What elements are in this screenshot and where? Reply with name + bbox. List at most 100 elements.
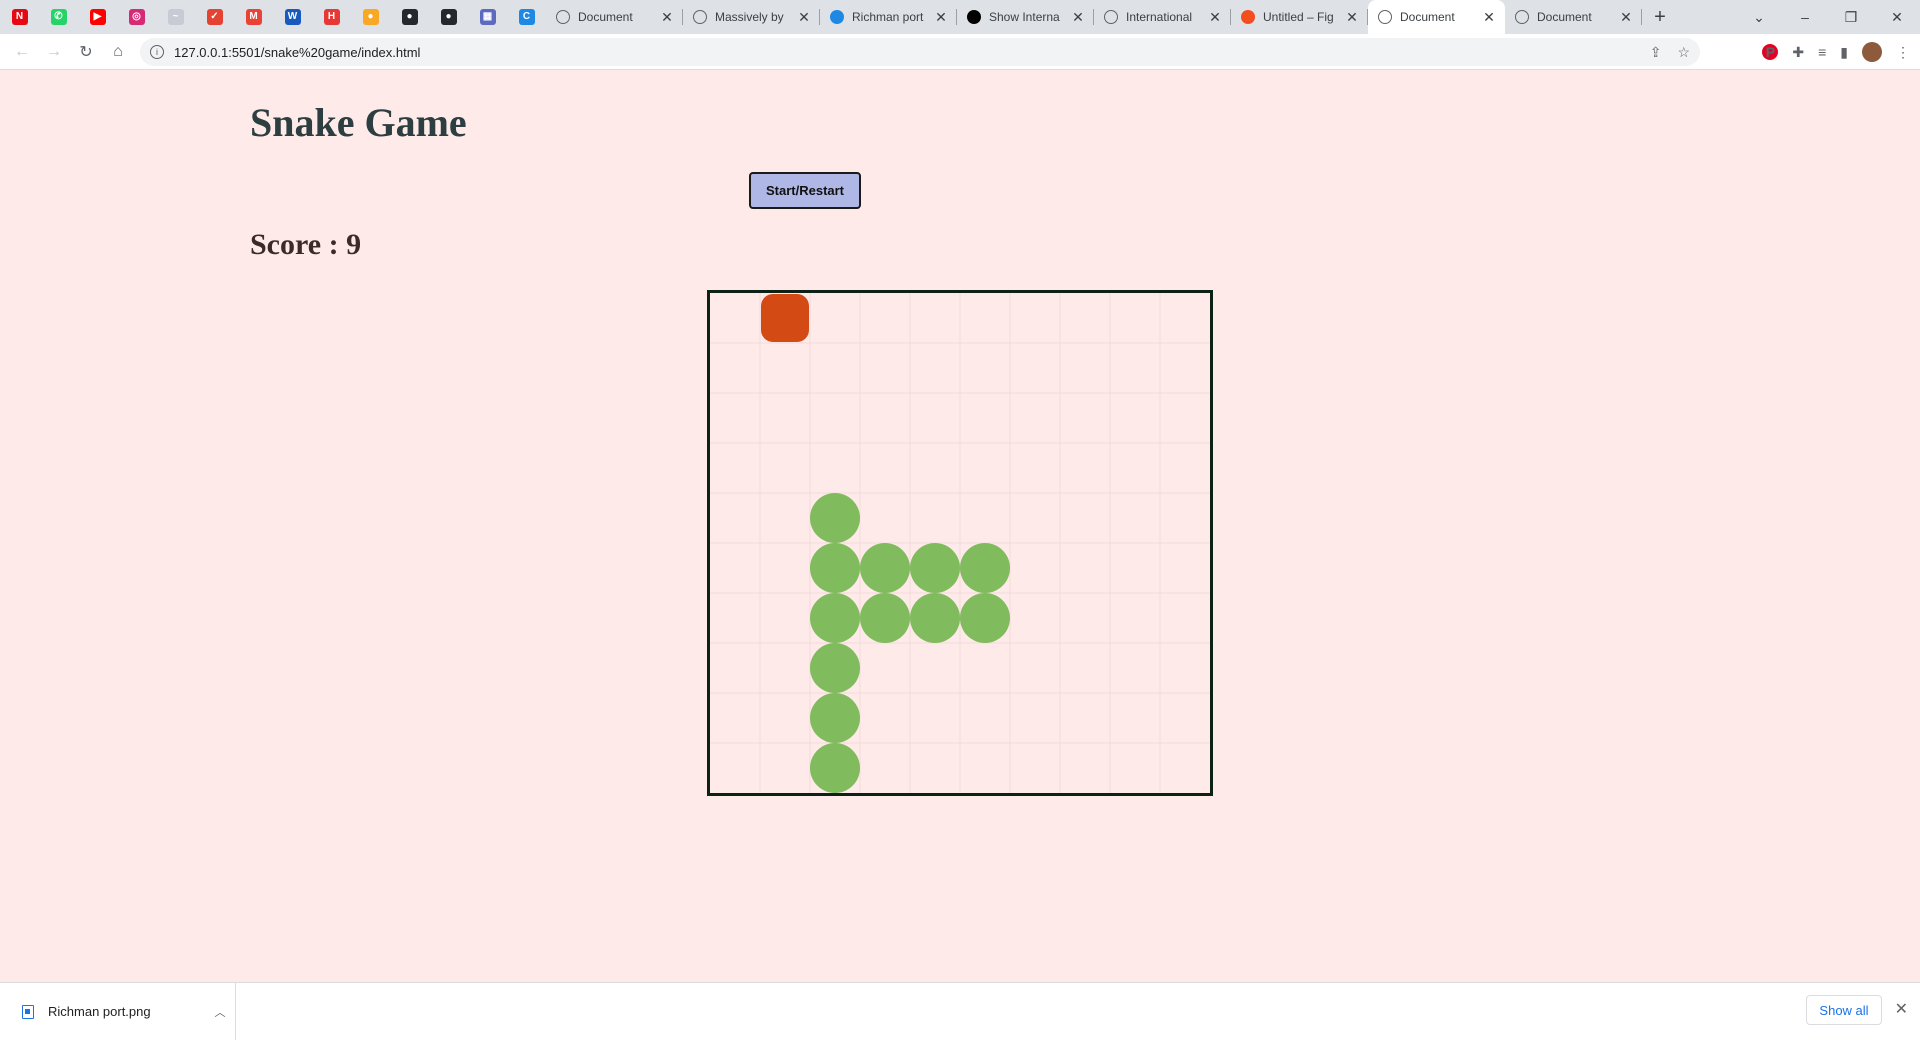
browser-tab[interactable]: Document ✕ (1505, 0, 1642, 34)
pinned-tab[interactable]: N (0, 0, 39, 34)
globe-icon (1515, 10, 1529, 24)
download-file-name[interactable]: Richman port.png (48, 1004, 205, 1019)
download-bar: Richman port.png ︿ Show all ✕ (0, 982, 1920, 1040)
restore-icon[interactable]: ❐ (1828, 9, 1874, 26)
tab-title[interactable]: Massively by (715, 10, 796, 24)
extensions-area: P ✚ ≡ ▮ ⋮ (1762, 34, 1910, 70)
pinned-tab[interactable]: ● (351, 0, 390, 34)
profile-avatar[interactable] (1862, 42, 1882, 62)
tab-title[interactable]: Untitled – Fig (1263, 10, 1344, 24)
game-board[interactable] (707, 290, 1213, 796)
pinned-tab[interactable]: ✓ (195, 0, 234, 34)
pinned-tab[interactable]: ✆ (39, 0, 78, 34)
image-file-icon (22, 1004, 34, 1019)
menu-kebab-icon[interactable]: ⋮ (1896, 44, 1910, 61)
chevron-up-icon[interactable]: ︿ (205, 1004, 235, 1020)
snake-segment (810, 643, 860, 693)
pinned-tab[interactable]: M (234, 0, 273, 34)
browser-toolbar: ← → ↻ ⌂ i 127.0.0.1:5501/snake%20game/in… (0, 34, 1920, 70)
edge-icon: C (518, 9, 535, 25)
tab-close-icon[interactable]: ✕ (1344, 9, 1360, 26)
snake-segment (860, 593, 910, 643)
extensions-puzzle-icon[interactable]: ✚ (1792, 44, 1804, 61)
browser-tab[interactable]: Untitled – Fig ✕ (1231, 0, 1368, 34)
globe-icon (1104, 10, 1118, 24)
grid-app-icon: ▦ (479, 9, 496, 25)
new-tab-icon[interactable]: + (1642, 6, 1678, 29)
tab-title[interactable]: Show Interna (989, 10, 1070, 24)
github-icon: ● (440, 9, 457, 25)
food-block (761, 294, 809, 342)
tab-close-icon[interactable]: ✕ (1207, 9, 1223, 26)
pinned-tab[interactable]: ~ (156, 0, 195, 34)
start-restart-button[interactable]: Start/Restart (749, 172, 861, 209)
pinned-tab[interactable]: ◎ (117, 0, 156, 34)
netflix-icon: N (11, 9, 28, 25)
tab-close-icon[interactable]: ✕ (1481, 9, 1497, 26)
pinned-tab[interactable]: ● (390, 0, 429, 34)
browser-tab[interactable]: Massively by ✕ (683, 0, 820, 34)
app-icon: H (323, 9, 340, 25)
minimize-icon[interactable]: – (1782, 9, 1828, 25)
snake-segment (910, 543, 960, 593)
show-all-button[interactable]: Show all (1806, 995, 1882, 1025)
snake-segment (810, 493, 860, 543)
browser-tab[interactable]: International ✕ (1094, 0, 1231, 34)
pinned-tab[interactable]: ● (429, 0, 468, 34)
tab-title[interactable]: Document (1400, 10, 1481, 24)
window-close-icon[interactable]: ✕ (1874, 9, 1920, 26)
figma-icon (1241, 10, 1255, 24)
snake-segment (810, 693, 860, 743)
home-icon[interactable]: ⌂ (102, 43, 134, 61)
tab-title[interactable]: Document (578, 10, 659, 24)
pinned-tab[interactable]: ▦ (468, 0, 507, 34)
site-info-icon[interactable]: i (150, 45, 164, 59)
score-display: Score : 9 (250, 228, 362, 261)
back-icon[interactable]: ← (6, 43, 38, 61)
globe-icon (1378, 10, 1392, 24)
word-icon: W (284, 9, 301, 25)
pinterest-icon[interactable]: P (1762, 44, 1779, 60)
tab-close-icon[interactable]: ✕ (796, 9, 812, 26)
browser-tab[interactable]: Richman port ✕ (820, 0, 957, 34)
url-text[interactable]: 127.0.0.1:5501/snake%20game/index.html (174, 45, 420, 60)
tab-close-icon[interactable]: ✕ (1618, 9, 1634, 26)
page-title: Snake Game (250, 100, 467, 145)
tab-close-icon[interactable]: ✕ (1070, 9, 1086, 26)
snake-segment (960, 593, 1010, 643)
generic-page-icon: ~ (167, 9, 184, 25)
pinned-tab[interactable]: W (273, 0, 312, 34)
side-panel-icon[interactable]: ▮ (1840, 44, 1848, 61)
share-icon[interactable]: ⇪ (1650, 44, 1662, 61)
reading-list-icon[interactable]: ≡ (1818, 44, 1826, 60)
youtube-icon: ▶ (89, 9, 106, 25)
pinned-tab[interactable]: C (507, 0, 546, 34)
tab-title[interactable]: Richman port (852, 10, 933, 24)
tab-search-icon[interactable]: ⌄ (1736, 9, 1782, 26)
close-download-bar-icon[interactable]: ✕ (1895, 999, 1908, 1019)
browser-tab[interactable]: Document ✕ (546, 0, 683, 34)
browser-tab[interactable]: Document ✕ (1368, 0, 1505, 34)
badge-icon: ● (362, 9, 379, 25)
tab-title[interactable]: International (1126, 10, 1207, 24)
pinned-tab[interactable]: ▶ (78, 0, 117, 34)
forward-icon[interactable]: → (38, 43, 70, 61)
reload-icon[interactable]: ↻ (70, 42, 102, 62)
tab-title[interactable]: Document (1537, 10, 1618, 24)
bookmark-star-icon[interactable]: ☆ (1677, 44, 1690, 61)
tab-strip: N ✆ ▶ ◎ ~ ✓ M W H ● ● ● ▦ C Document ✕ Massively by ✕ Ric… (0, 0, 1920, 34)
globe-icon (556, 10, 570, 24)
pinned-tab[interactable]: H (312, 0, 351, 34)
address-bar[interactable]: i 127.0.0.1:5501/snake%20game/index.html… (140, 38, 1700, 66)
circle-icon (967, 10, 981, 24)
snake-segment (810, 593, 860, 643)
globe-icon (693, 10, 707, 24)
download-item[interactable]: Richman port.png ︿ (0, 983, 236, 1040)
window-controls: ⌄ – ❐ ✕ (1736, 0, 1920, 34)
snake-segment (910, 593, 960, 643)
gmail-icon: M (245, 9, 262, 25)
page-content: Snake Game Start/Restart Score : 9 (0, 71, 1920, 982)
browser-tab[interactable]: Show Interna ✕ (957, 0, 1094, 34)
tab-close-icon[interactable]: ✕ (933, 9, 949, 26)
tab-close-icon[interactable]: ✕ (659, 9, 675, 26)
